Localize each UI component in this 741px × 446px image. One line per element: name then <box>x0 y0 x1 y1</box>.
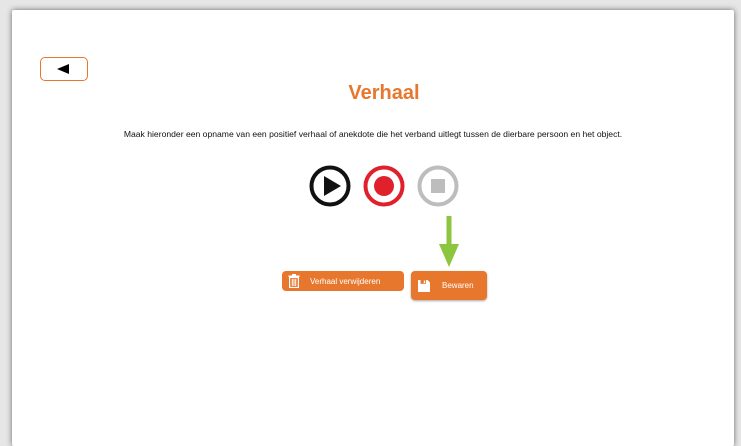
floppy-disk-icon <box>417 279 431 293</box>
page-title: Verhaal <box>348 82 420 104</box>
instruction-text: Maak hieronder een opname van een positi… <box>123 129 623 139</box>
back-button[interactable] <box>40 57 88 81</box>
recorder-controls <box>12 165 734 207</box>
delete-story-button[interactable]: Verhaal verwijderen <box>282 271 404 291</box>
down-arrow-icon <box>439 216 459 267</box>
app-window: Verhaal Maak hieronder een opname van ee… <box>12 10 734 446</box>
save-button[interactable]: Bewaren <box>411 271 487 300</box>
back-arrow-icon <box>57 64 69 74</box>
play-button[interactable] <box>309 165 351 207</box>
stop-button[interactable] <box>417 165 459 207</box>
save-label: Bewaren <box>442 281 474 290</box>
trash-icon <box>288 274 300 288</box>
record-button[interactable] <box>363 165 405 207</box>
delete-story-label: Verhaal verwijderen <box>310 276 381 286</box>
